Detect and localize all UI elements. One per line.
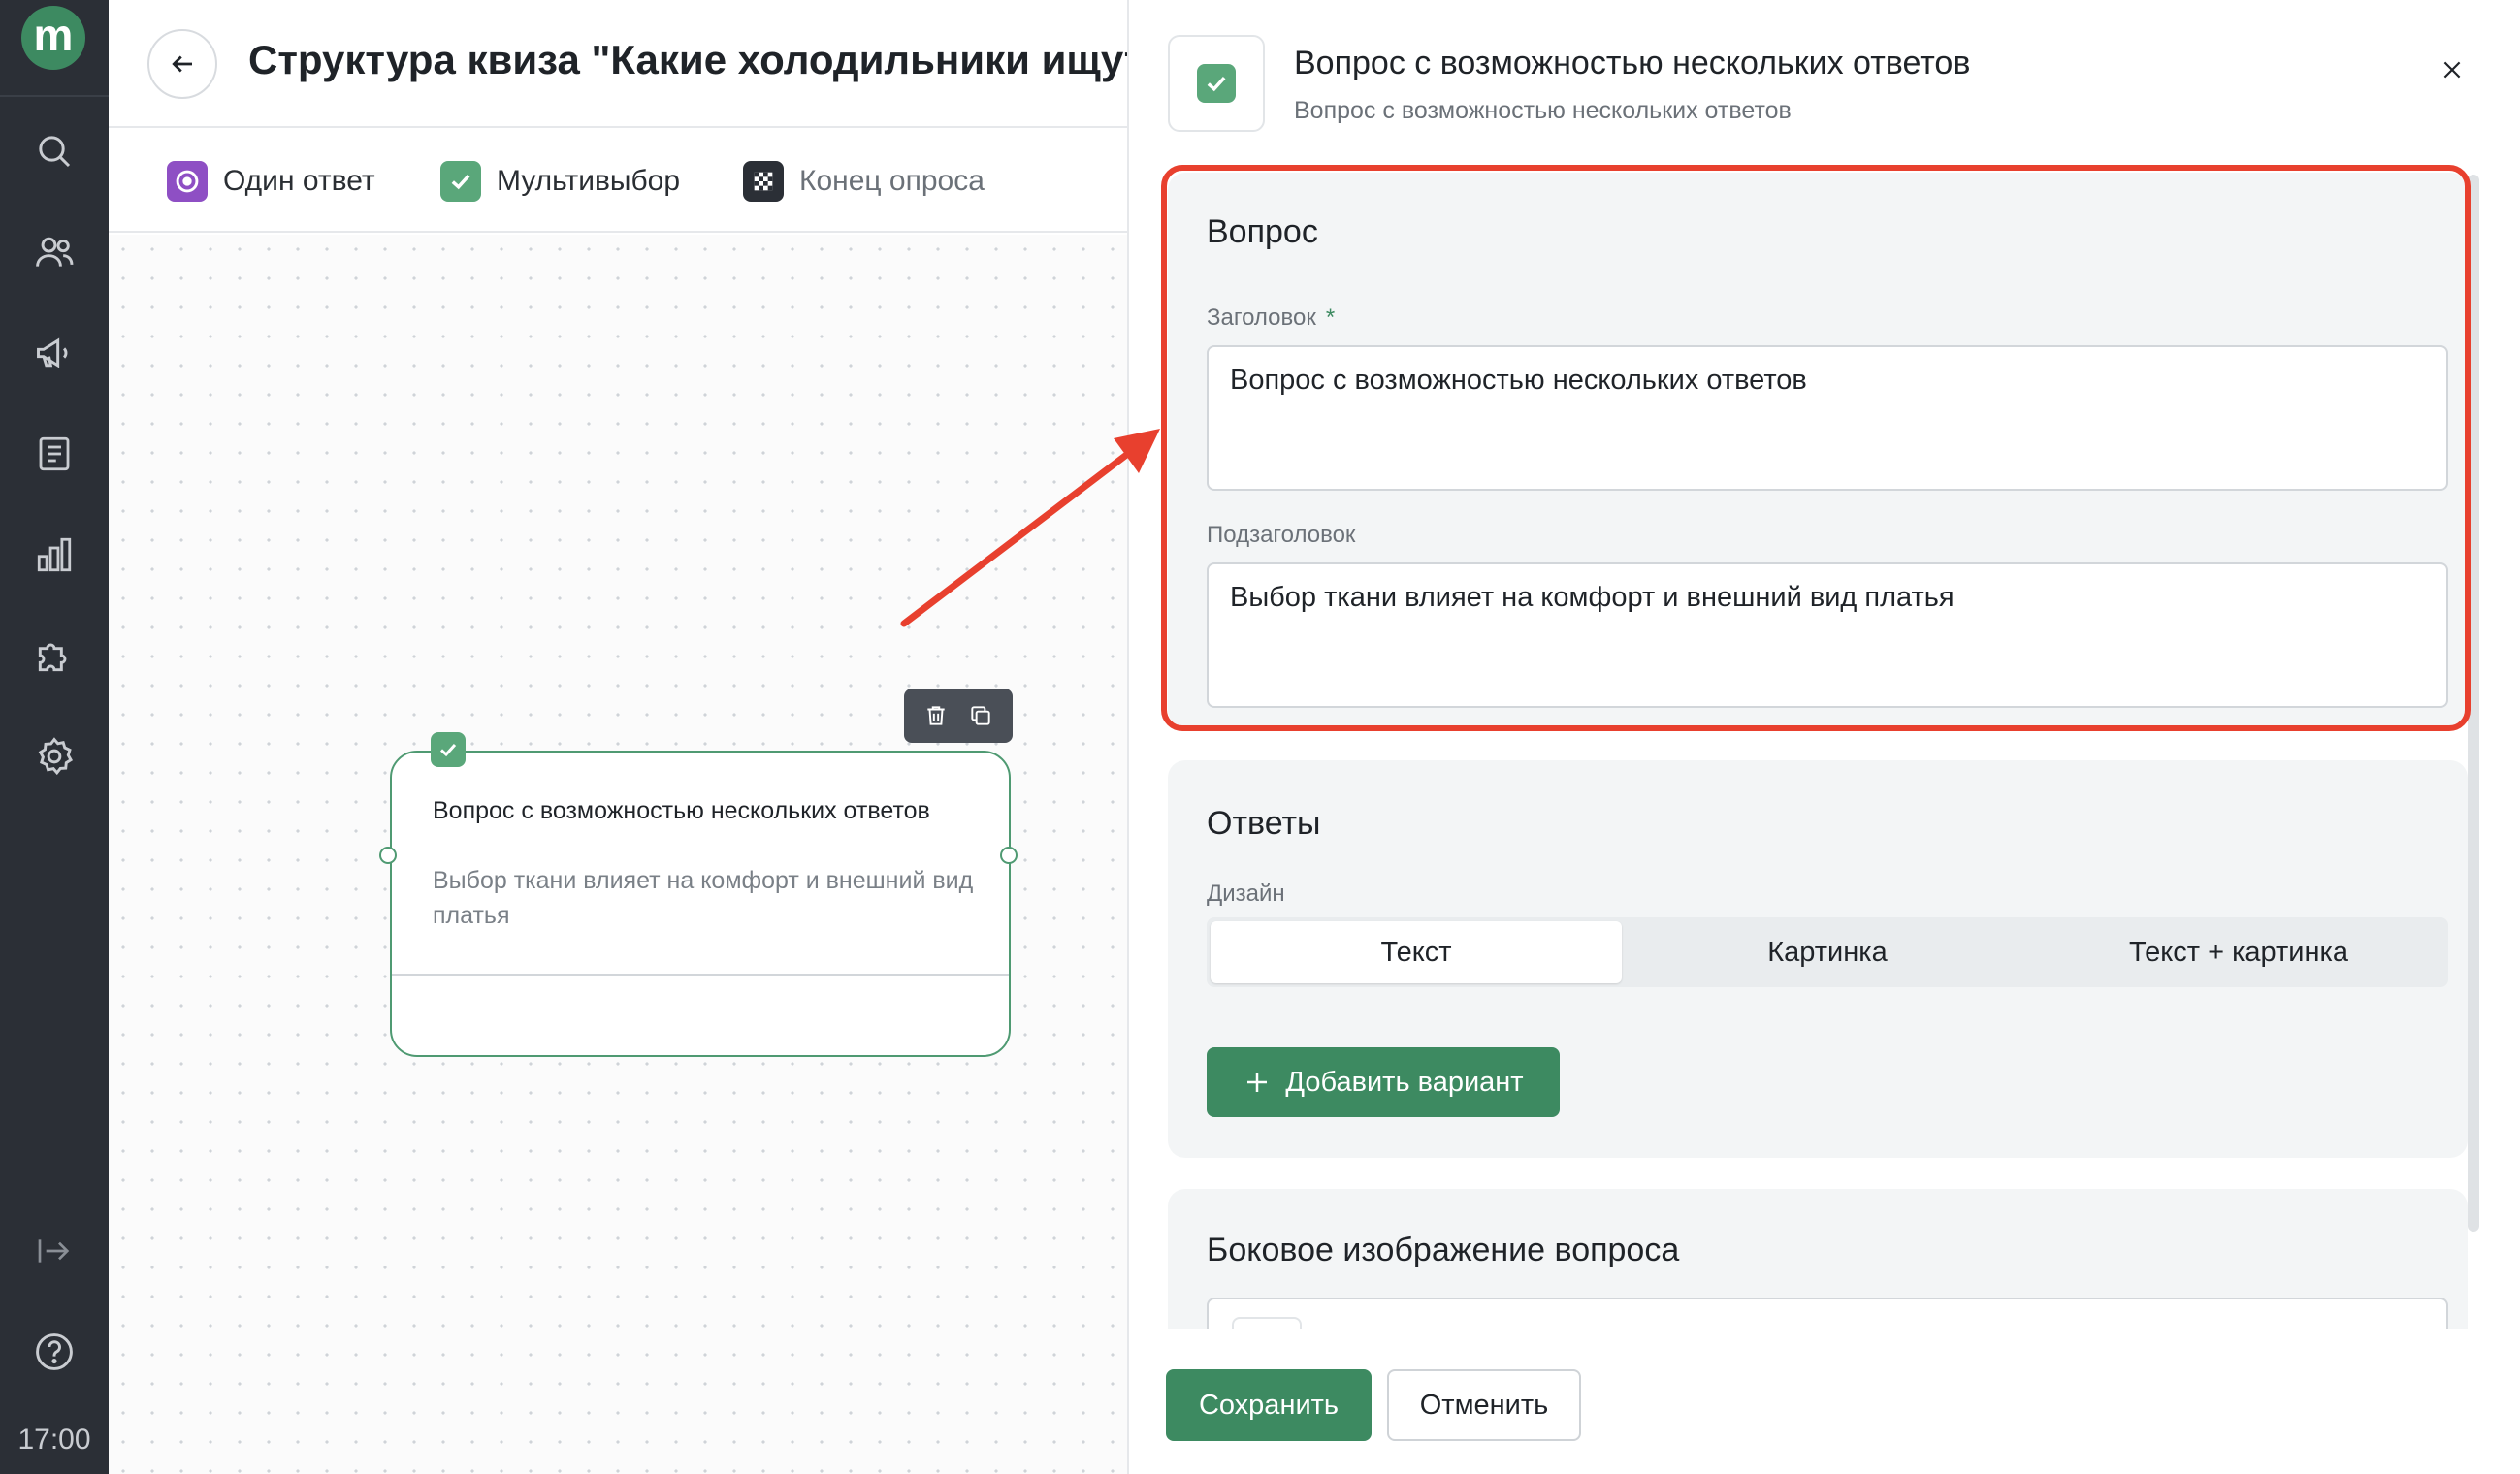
save-button[interactable]: Сохранить (1166, 1369, 1372, 1441)
question-section: Вопрос Заголовок * Вопрос с возможностью … (1168, 173, 2468, 727)
help-icon[interactable] (25, 1323, 83, 1381)
chart-icon[interactable] (25, 526, 83, 584)
palette-item-end-survey[interactable]: Конец опроса (743, 157, 985, 206)
section-heading: Боковое изображение вопроса (1207, 1232, 1680, 1268)
gear-icon[interactable] (25, 727, 83, 785)
checkbox-icon (1197, 64, 1236, 103)
title-field[interactable]: Вопрос с возможностью нескольких ответов (1207, 345, 2448, 491)
design-option-text[interactable]: Текст (1211, 921, 1622, 983)
panel-subtitle: Вопрос с возможностью нескольких ответов (1294, 97, 1792, 124)
clock: 17:00 (17, 1424, 91, 1456)
app-logo[interactable]: m (21, 6, 85, 70)
palette-item-label: Конец опроса (799, 165, 985, 197)
title-label-text: Заголовок (1207, 304, 1316, 331)
add-option-label: Добавить вариант (1285, 1066, 1524, 1098)
design-option-text-image[interactable]: Текст + картинка (2033, 921, 2444, 983)
palette-item-label: Мультивыбор (497, 165, 681, 197)
trash-icon[interactable] (923, 703, 949, 728)
answers-section: Ответы Дизайн Текст Картинка Текст + кар… (1168, 760, 2468, 1158)
node-title: Вопрос с возможностью нескольких ответов (433, 797, 930, 824)
question-node[interactable]: Вопрос с возможностью нескольких ответов… (390, 751, 1011, 1057)
required-mark: * (1325, 304, 1336, 331)
cancel-button[interactable]: Отменить (1387, 1369, 1581, 1441)
megaphone-icon[interactable] (25, 324, 83, 382)
panel-scrollbar[interactable] (2468, 175, 2479, 1232)
flag-icon (743, 161, 784, 202)
side-image-section: Боковое изображение вопроса (1168, 1189, 2468, 1329)
flow-canvas[interactable]: Вопрос с возможностью нескольких ответов… (109, 235, 1127, 1474)
node-subtitle: Выбор ткани влияет на комфорт и внешний … (433, 867, 974, 929)
subtitle-field-label: Подзаголовок (1207, 522, 1356, 548)
sidebar-separator (0, 95, 109, 97)
check-icon (431, 732, 466, 767)
document-icon[interactable] (25, 425, 83, 483)
node-toolbar (904, 689, 1013, 743)
copy-icon[interactable] (968, 703, 993, 728)
users-icon[interactable] (25, 223, 83, 281)
logout-icon[interactable] (25, 1222, 83, 1280)
section-heading: Вопрос (1207, 213, 1318, 250)
design-option-image[interactable]: Картинка (1622, 921, 2033, 983)
node-palette: Один ответ Мультивыбор Конец опроса (109, 130, 1127, 233)
design-label: Дизайн (1207, 881, 1285, 907)
page-title: Структура квиза "Какие холодильники ищут… (248, 37, 1180, 82)
palette-item-single-choice[interactable]: Один ответ (167, 157, 375, 206)
node-divider (392, 974, 1009, 976)
design-toggle: Текст Картинка Текст + картинка (1207, 917, 2448, 987)
panel-footer: Сохранить Отменить (1129, 1329, 2520, 1474)
palette-item-label: Один ответ (223, 165, 375, 197)
app-sidebar: m 17:00 (0, 0, 109, 1474)
subtitle-field[interactable]: Выбор ткани влияет на комфорт и внешний … (1207, 562, 2448, 708)
close-icon[interactable] (2429, 47, 2475, 93)
panel-scroll-area[interactable]: Вопрос Заголовок * Вопрос с возможностью … (1129, 155, 2520, 1329)
question-settings-panel: Вопрос с возможностью нескольких ответов… (1127, 0, 2520, 1474)
back-button[interactable] (147, 29, 217, 99)
image-placeholder (1232, 1317, 1302, 1329)
node-input-port[interactable] (379, 847, 397, 864)
page-header: Структура квиза "Какие холодильники ищут… (109, 0, 1179, 128)
radio-icon (167, 161, 208, 202)
panel-type-icon (1168, 35, 1265, 132)
image-upload-field[interactable] (1207, 1298, 2448, 1329)
panel-title: Вопрос с возможностью нескольких ответов (1294, 45, 1971, 81)
node-output-port[interactable] (1000, 847, 1018, 864)
checkbox-icon (440, 161, 481, 202)
title-field-label: Заголовок * (1207, 304, 1335, 332)
add-option-button[interactable]: Добавить вариант (1207, 1047, 1560, 1117)
plus-icon (1247, 1073, 1268, 1092)
arrow-left-icon (172, 55, 192, 73)
puzzle-icon[interactable] (25, 626, 83, 685)
search-icon[interactable] (25, 122, 83, 180)
logo-letter: m (33, 10, 74, 60)
palette-item-multi-choice[interactable]: Мультивыбор (440, 157, 680, 206)
section-heading: Ответы (1207, 805, 1321, 842)
